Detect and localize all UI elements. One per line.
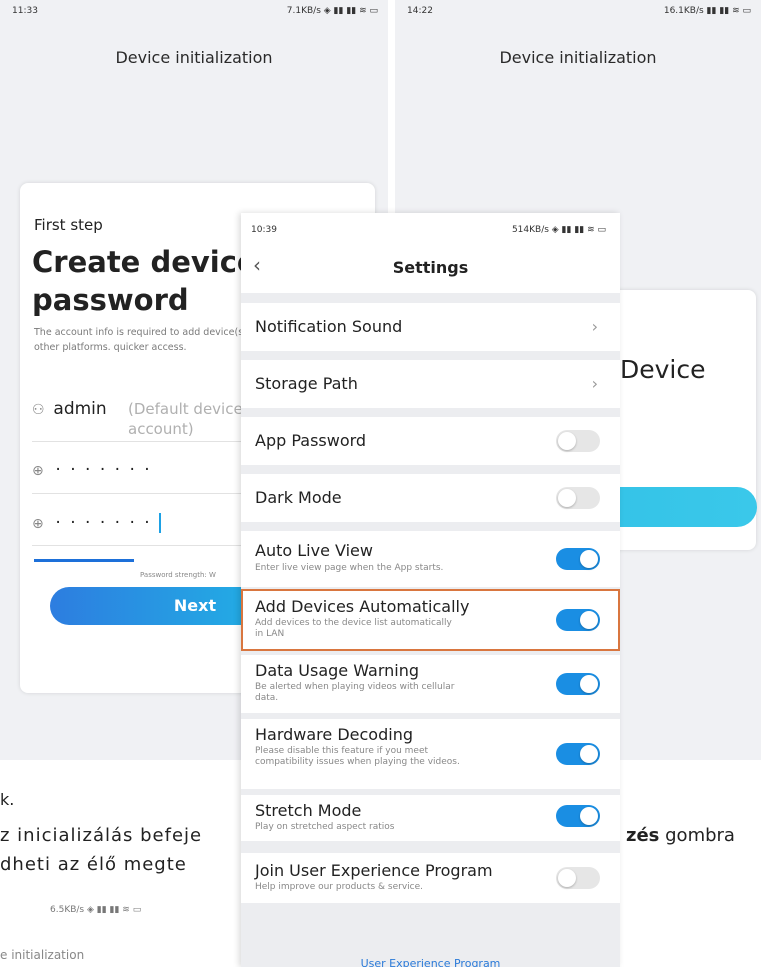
chevron-right-icon: › [591,317,598,336]
body-text-right: zés gombra [626,825,735,846]
status-bar: 14:22 16.1KB/s ▮▮ ▮▮ ≋ ▭ [395,0,761,24]
password-value: · · · · · · · [55,460,152,480]
setting-description: Enter live view page when the App starts… [255,563,444,573]
setting-storage-path[interactable]: Storage Path › [241,360,620,408]
setting-label: Data Usage Warning [255,661,420,680]
body-text: k. [0,790,15,809]
confirm-password-value: · · · · · · · [55,513,152,533]
setting-label: Notification Sound [255,317,403,336]
setting-label: Stretch Mode [255,801,362,820]
setting-stretch-mode: Stretch Mode Play on stretched aspect ra… [241,795,620,841]
setting-auto-live-view: Auto Live View Enter live view page when… [241,531,620,587]
lock-icon: ⊕ [32,463,46,479]
setting-data-usage-warning: Data Usage Warning Be alerted when playi… [241,655,620,713]
setting-label: Storage Path [255,374,358,393]
username-value: admin [53,399,107,419]
setting-description: Help improve our products & service. [255,882,424,892]
settings-screen: 10:39 514KB/s ◈ ▮▮ ▮▮ ≋ ▭ ‹ Settings Not… [241,213,620,967]
bold-text: zés [626,825,660,846]
toggle-switch[interactable] [556,743,600,765]
setting-label: Auto Live View [255,541,373,560]
body-text: gombra [659,825,735,846]
toggle-switch[interactable] [556,673,600,695]
step-label: First step [34,216,103,234]
setting-description: Please disable this feature if you meet … [255,746,460,767]
toggle-switch[interactable] [556,487,600,509]
status-icons: 16.1KB/s ▮▮ ▮▮ ≋ ▭ [663,6,751,16]
toggle-switch[interactable] [556,805,600,827]
setting-label: App Password [255,431,367,450]
status-time: 14:22 [407,6,433,16]
page-title: Device initialization [115,48,273,67]
settings-header: ‹ Settings [241,243,620,293]
toggle-knob [580,807,598,825]
status-icons: 6.5KB/s ◈ ▮▮ ▮▮ ≋ ▭ [50,905,142,915]
password-field[interactable]: ⊕ · · · · · · · [32,460,152,480]
page-title: Device initialization [499,48,657,67]
page-title: e initialization [0,948,85,962]
setting-hardware-decoding: Hardware Decoding Please disable this fe… [241,719,620,789]
lock-icon: ⊕ [32,516,46,532]
body-text: z inicializálás befeje [0,825,203,846]
setting-dark-mode: Dark Mode [241,474,620,522]
card-heading: Device [620,355,706,384]
toggle-knob [580,550,598,568]
setting-app-password: App Password [241,417,620,465]
status-icons: 514KB/s ◈ ▮▮ ▮▮ ≋ ▭ [511,225,606,235]
body-text: dheti az élő megte [0,854,187,875]
heading-line-2: password [32,283,189,317]
highlight-box [241,589,620,651]
confirm-password-field[interactable]: ⊕ · · · · · · · [32,513,162,533]
toggle-knob [580,675,598,693]
text-cursor [159,513,162,533]
settings-title: Settings [392,258,469,277]
setting-description: Be alerted when playing videos with cell… [255,682,455,703]
toggle-switch[interactable] [556,548,600,570]
toggle-switch[interactable] [556,867,600,889]
status-time: 11:33 [12,6,38,16]
info-text: The account info is required to add devi… [34,327,262,353]
password-strength-bar [34,559,134,562]
toggle-knob [558,489,576,507]
toggle-knob [580,745,598,763]
setting-notification-sound[interactable]: Notification Sound › [241,303,620,351]
setting-label: Hardware Decoding [255,725,413,744]
setting-description: Play on stretched aspect ratios [255,822,395,832]
user-icon: ⚇ [32,402,45,418]
setting-label: Dark Mode [255,488,342,507]
setting-label: Join User Experience Program [255,861,493,880]
status-time: 10:39 [251,225,277,235]
status-bar: 11:33 7.1KB/s ◈ ▮▮ ▮▮ ≋ ▭ [0,0,388,24]
username-field[interactable]: ⚇ admin [32,399,107,419]
password-strength-label: Password strength: W [140,571,216,579]
status-bar: 10:39 514KB/s ◈ ▮▮ ▮▮ ≋ ▭ [241,213,620,243]
toggle-knob [558,869,576,887]
status-icons: 7.1KB/s ◈ ▮▮ ▮▮ ≋ ▭ [286,6,378,16]
setting-user-experience-program: Join User Experience Program Help improv… [241,853,620,903]
toggle-knob [558,432,576,450]
toggle-switch[interactable] [556,430,600,452]
user-experience-link[interactable]: User Experience Program [241,957,620,967]
heading-line-1: Create device [32,245,257,279]
chevron-right-icon: › [591,374,598,393]
